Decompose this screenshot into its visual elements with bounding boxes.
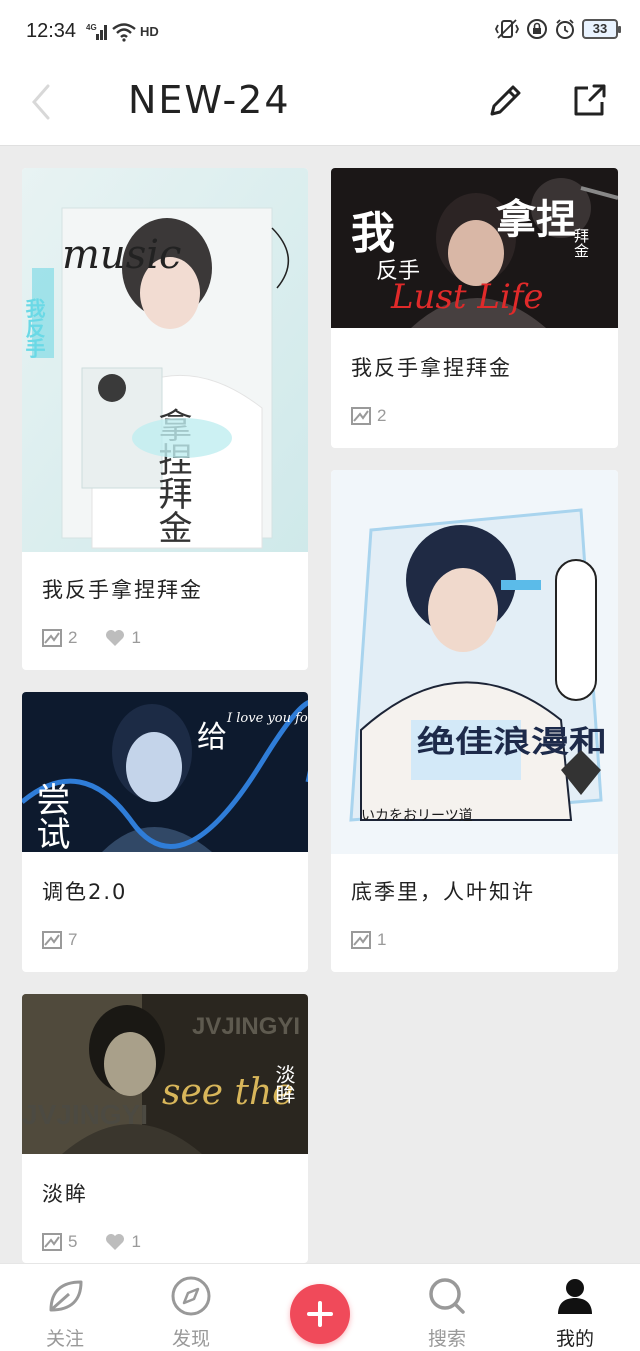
album-card[interactable]: 我 反手 拿捏 拜金 Lust Life 我反手拿捏拜金 2 [331,168,618,448]
back-button[interactable] [26,80,56,124]
share-button[interactable] [568,78,612,122]
card-cover-image[interactable]: 我 反手 拿捏 拜金 Lust Life [331,168,618,328]
nav-profile[interactable]: 我的 [530,1274,620,1351]
images-count-value: 2 [68,628,78,647]
cover-artwork-5: JVJINGYI JVJINGYI see the 淡眸 [22,994,308,1154]
album-card[interactable]: 绝佳浪漫和 いカをおリーツ道 底季里，人叶知许 1 [331,470,618,972]
back-icon [32,84,50,120]
cover4-mid: 给 [197,720,227,755]
cover5-watermark-bottom: JVJINGYI [22,1099,148,1130]
likes-count-value: 1 [131,1232,141,1251]
images-count: 2 [42,628,77,648]
nav-discover[interactable]: 发现 [146,1274,236,1351]
likes-count: 1 [105,628,141,648]
cover2-left: 我 [351,208,395,259]
signal-icon: 4G [86,23,107,40]
images-count: 2 [351,406,386,426]
album-card[interactable]: 尝试 给 I love you forever 调色2.0 7 [22,692,308,972]
network-label: 4G [86,23,97,32]
image-icon [42,1233,62,1251]
nav-profile-label: 我的 [555,1328,594,1350]
heart-icon [106,630,125,646]
card-meta: 2 [351,406,408,426]
page-title: NEW-24 [128,78,291,122]
images-count: 7 [42,930,77,950]
add-button[interactable] [290,1284,350,1344]
image-icon [42,629,62,647]
nav-follow-label: 关注 [45,1328,84,1350]
card-title: 淡眸 [42,1182,88,1206]
image-icon [42,931,62,949]
card-meta: 7 [42,930,99,950]
cover5-vertical: 淡眸 [272,1064,296,1104]
images-count: 1 [351,930,386,950]
cover4-script: I love you forever [226,711,308,726]
images-count-value: 7 [68,930,78,949]
cover1-side-text: 我反手 [22,298,46,358]
cover-artwork-1: 我反手 music 拿捏拜金 [22,168,308,552]
likes-count: 1 [105,1232,141,1252]
compass-icon [171,1276,211,1316]
cover2-small: 拜金 [572,228,590,258]
album-card[interactable]: 我反手 music 拿捏拜金 我反手拿捏拜金 2 1 [22,168,308,670]
add-icon [307,1301,333,1327]
cover4-left: 尝试 [30,782,70,850]
image-icon [351,407,371,425]
cover5-watermark-top: JVJINGYI [192,1013,300,1040]
images-count-value: 1 [377,930,387,949]
nav-search[interactable]: 搜索 [402,1274,492,1351]
wifi-icon [112,23,136,42]
cover3-jp: いカをおリーツ道 [361,808,473,824]
edit-icon [490,85,521,116]
image-icon [351,931,371,949]
card-meta: 5 1 [42,1232,163,1252]
card-cover-image[interactable]: 绝佳浪漫和 いカをおリーツ道 [331,470,618,854]
status-time: 12:34 [26,20,77,42]
images-count-value: 2 [377,406,387,425]
images-count-value: 5 [68,1232,78,1251]
vibrate-icon [494,19,520,39]
cover-artwork-3: 绝佳浪漫和 いカをおリーツ道 [331,470,618,854]
card-title: 调色2.0 [42,880,128,904]
card-title: 我反手拿捏拜金 [42,578,203,602]
card-title: 我反手拿捏拜金 [351,356,512,380]
card-cover-image[interactable]: 我反手 music 拿捏拜金 [22,168,308,552]
status-bar: 12:34 4G HD 33 [0,0,640,64]
share-icon [574,84,606,116]
cover2-script: Lust Life [390,277,544,317]
likes-count-value: 1 [131,628,141,647]
cover2-big: 拿捏 [495,196,576,243]
card-cover-image[interactable]: 尝试 给 I love you forever [22,692,308,852]
card-cover-image[interactable]: JVJINGYI JVJINGYI see the 淡眸 [22,994,308,1154]
profile-icon [558,1279,592,1314]
battery-indicator: 33 [582,19,621,39]
nav-follow[interactable]: 关注 [20,1274,110,1351]
edit-button[interactable] [484,78,528,122]
hd-badge: HD [140,24,159,39]
lock-rotation-icon [527,19,547,39]
search-icon [429,1278,465,1314]
card-meta: 2 1 [42,628,163,648]
images-count: 5 [42,1232,77,1252]
album-card[interactable]: JVJINGYI JVJINGYI see the 淡眸 淡眸 5 1 [22,994,308,1263]
nav-search-label: 搜索 [427,1328,466,1350]
card-meta: 1 [351,930,408,950]
leaf-icon [49,1280,83,1312]
status-right: 33 [494,18,621,40]
nav-discover-label: 发现 [171,1328,210,1350]
cover1-script: music [62,232,181,278]
header-bar: NEW-24 [0,64,640,146]
cover-artwork-4: 尝试 给 I love you forever [22,692,308,852]
heart-icon [106,1234,125,1250]
card-title: 底季里，人叶知许 [351,880,535,904]
cover-artwork-2: 我 反手 拿捏 拜金 Lust Life [331,168,618,328]
bottom-nav: 关注 发现 搜索 我的 [0,1263,640,1351]
alarm-icon [556,19,574,39]
